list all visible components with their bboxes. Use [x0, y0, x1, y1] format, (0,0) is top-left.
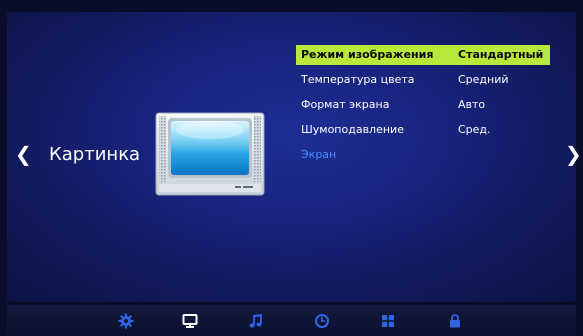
sound-music-icon[interactable] — [248, 313, 264, 329]
section-title: Картинка — [49, 144, 141, 165]
tv-screen: ❮ ❯ Картинка Режим изображения Стандартн… — [0, 0, 583, 336]
menu-row-label: Формат экрана — [301, 98, 390, 111]
options-grid-icon[interactable] — [380, 313, 396, 329]
menu-row-value: Авто — [458, 98, 486, 111]
time-clock-icon[interactable] — [314, 313, 330, 329]
menu-row-label: Режим изображения — [301, 48, 434, 61]
menu-row-value: Средний — [458, 73, 509, 86]
menu-row-label: Температура цвета — [301, 73, 415, 86]
picture-settings-menu: Режим изображения Стандартный Температур… — [296, 45, 550, 170]
menu-row-label: Шумоподавление — [301, 123, 404, 136]
menu-row-color-temperature[interactable]: Температура цвета Средний — [296, 70, 550, 90]
menu-row-screen-format[interactable]: Формат экрана Авто — [296, 95, 550, 115]
tv-icon — [155, 112, 265, 196]
settings-gear-icon[interactable] — [118, 313, 134, 329]
chevron-left-icon[interactable]: ❮ — [15, 142, 32, 166]
menu-row-label: Экран — [301, 148, 337, 161]
menu-row-picture-mode[interactable]: Режим изображения Стандартный — [296, 45, 550, 65]
chevron-right-icon[interactable]: ❯ — [565, 142, 582, 166]
menu-row-noise-reduction[interactable]: Шумоподавление Сред. — [296, 120, 550, 140]
menu-row-screen[interactable]: Экран — [296, 145, 550, 165]
menu-row-value: Сред. — [458, 123, 491, 136]
category-bar — [7, 305, 576, 336]
picture-monitor-icon[interactable] — [182, 313, 198, 329]
menu-row-value: Стандартный — [458, 48, 544, 61]
lock-icon[interactable] — [447, 313, 463, 329]
